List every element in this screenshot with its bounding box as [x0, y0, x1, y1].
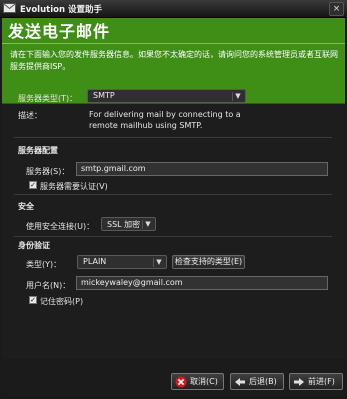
- divider: [14, 194, 332, 195]
- auth-type-label: 类型(Y)：: [26, 260, 62, 269]
- back-arrow-icon: [235, 378, 245, 386]
- cancel-label: 取消(C): [190, 377, 218, 386]
- cancel-icon: [175, 376, 187, 388]
- server-type-value: SMTP: [93, 91, 115, 100]
- check-supported-types-button[interactable]: 检查支持的类型(E): [172, 255, 245, 269]
- description-label: 描述：: [18, 111, 42, 120]
- window-titlebar: Evolution 设置助手 ×: [0, 0, 347, 18]
- secure-connection-value: SSL 加密: [107, 220, 141, 229]
- page-title: 发送电子邮件: [8, 22, 111, 41]
- auth-required-label[interactable]: 服务器需要认证(V): [40, 181, 108, 192]
- secure-connection-select[interactable]: SSL 加密 ▼: [101, 217, 156, 231]
- forward-label: 前进(F): [308, 377, 335, 386]
- auth-type-value: PLAIN: [83, 257, 107, 266]
- chevron-down-icon: ▼: [232, 92, 243, 101]
- authentication-heading: 身份验证: [18, 241, 50, 250]
- username-label: 用户名(N)：: [26, 281, 71, 290]
- server-type-select[interactable]: SMTP ▼: [87, 89, 246, 103]
- cancel-button[interactable]: 取消(C): [171, 373, 224, 390]
- server-config-heading: 服务器配置: [18, 146, 58, 155]
- username-input[interactable]: mickeywaley@gmail.com: [76, 276, 328, 290]
- forward-button[interactable]: 前进(F): [289, 373, 343, 390]
- back-label: 后退(B): [249, 377, 277, 386]
- chevron-down-icon: ▼: [142, 220, 153, 229]
- server-input[interactable]: smtp.gmail.com: [76, 162, 328, 176]
- back-button[interactable]: 后退(B): [230, 373, 284, 390]
- remember-password-checkbox[interactable]: ✓: [29, 296, 37, 304]
- window-title: Evolution 设置助手: [20, 5, 102, 15]
- divider: [14, 137, 332, 138]
- remember-password-label[interactable]: 记住密码(P): [40, 296, 83, 307]
- server-label: 服务器(S)：: [26, 167, 70, 176]
- auth-required-checkbox[interactable]: ✓: [29, 181, 37, 189]
- chevron-down-icon: ▼: [153, 258, 164, 267]
- header-divider: [2, 43, 345, 44]
- close-icon[interactable]: ×: [329, 2, 344, 16]
- dialog-footer: 取消(C) 后退(B) 前进(F): [2, 360, 345, 397]
- security-heading: 安全: [18, 202, 34, 211]
- auth-type-select[interactable]: PLAIN ▼: [77, 255, 167, 269]
- server-type-label: 服务器类型(T)：: [18, 94, 78, 103]
- intro-text: 请在下面输入您的发件服务器信息。如果您不太确定的话，请询问您的系统管理员或者互联…: [10, 50, 338, 71]
- evolution-icon: [3, 3, 16, 13]
- forward-arrow-icon: [294, 378, 304, 386]
- server-type-description: For delivering mail by connecting to a r…: [89, 110, 241, 130]
- secure-connection-label: 使用安全连接(U)：: [26, 222, 95, 231]
- divider: [14, 236, 332, 237]
